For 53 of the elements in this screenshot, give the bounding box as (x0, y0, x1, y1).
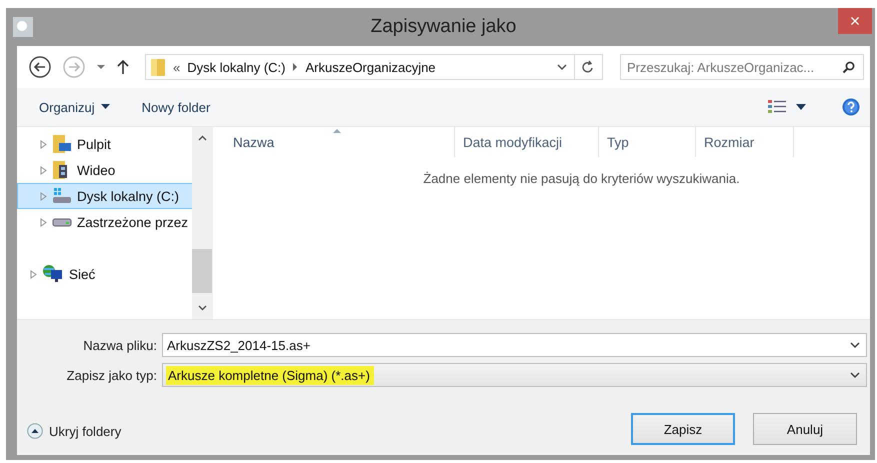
cancel-button[interactable]: Anuluj (753, 413, 857, 445)
folder-icon (150, 57, 166, 77)
expand-icon[interactable] (40, 218, 47, 226)
tree-item[interactable]: Dysk lokalny (C:) (17, 183, 192, 209)
caret-icon (100, 104, 110, 110)
dropdown-icon[interactable] (850, 342, 860, 349)
column-header[interactable]: Typ (599, 127, 696, 157)
expand-icon[interactable] (30, 270, 37, 278)
filename-field[interactable]: ArkuszZS2_2014-15.as+ (162, 333, 867, 357)
scroll-up-icon[interactable] (198, 135, 206, 141)
desktop-folder-icon (52, 135, 72, 153)
expand-icon[interactable] (40, 166, 47, 174)
dropdown-icon (850, 372, 860, 378)
tree-item[interactable]: Pulpit (17, 131, 192, 157)
window-title: Zapisywanie jako (370, 16, 516, 38)
refresh-icon[interactable] (582, 60, 594, 74)
overflow-chevron[interactable]: « (173, 60, 180, 74)
breadcrumb[interactable]: ArkuszeOrganizacyjne (305, 60, 436, 74)
file-type-dropdown[interactable]: Arkusze kompletne (Sigma) (*.as+) (162, 363, 867, 387)
scrollbar[interactable] (192, 127, 212, 319)
address-bar[interactable]: « Dysk lokalny (C:) ArkuszeOrganizacyjne (145, 54, 603, 80)
tree-item[interactable]: Sieć (17, 261, 192, 287)
expand-icon[interactable] (40, 140, 47, 148)
help-icon[interactable] (842, 98, 860, 116)
field-label: Nazwa pliku: (82, 338, 158, 352)
back-icon[interactable] (28, 55, 52, 79)
up-arrow-icon[interactable] (116, 59, 130, 75)
breadcrumb[interactable]: Dysk lokalny (C:) (187, 60, 286, 74)
column-header[interactable]: Data modyfikacji (455, 127, 599, 157)
hide-folders-button[interactable]: Ukryj foldery (17, 423, 122, 447)
drive-icon (52, 187, 72, 205)
drive-icon (52, 218, 72, 226)
field-label: Zapisz jako typ: (66, 368, 158, 382)
organize-button[interactable]: Organizuj (29, 96, 120, 118)
app-icon (13, 17, 33, 37)
search-field[interactable]: Przeszukaj: ArkuszeOrganizac... (620, 54, 864, 80)
caret-icon[interactable] (796, 104, 806, 110)
empty-message: Żadne elementy nie pasują do kryteriów wyszukiwania. (422, 171, 741, 186)
save-button[interactable]: Zapisz (631, 413, 735, 445)
scrollbar-thumb[interactable] (192, 249, 212, 293)
new-folder-button[interactable]: Nowy folder (132, 96, 220, 118)
network-icon (42, 264, 64, 284)
search-icon[interactable] (842, 61, 855, 74)
tree-item[interactable]: Wideo (17, 157, 192, 183)
tree-item[interactable]: Zastrzeżone przez (17, 209, 192, 235)
scroll-down-icon[interactable] (198, 305, 206, 311)
close-button[interactable]: × (838, 8, 872, 34)
column-header[interactable]: Nazwa (213, 127, 455, 157)
column-header[interactable]: Rozmiar (696, 127, 794, 157)
view-list-icon[interactable] (768, 100, 786, 114)
chevron-icon[interactable] (292, 63, 298, 71)
dropdown-icon[interactable] (557, 63, 567, 71)
collapse-icon (27, 423, 43, 439)
